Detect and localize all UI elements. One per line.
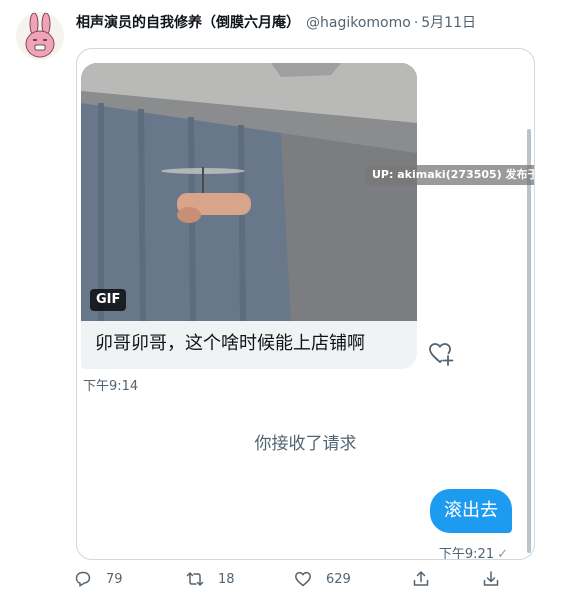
separator-dot: · (413, 15, 419, 31)
request-accepted-notice: 你接收了请求 (254, 434, 357, 454)
incoming-message-bubble: GIF 卯哥卯哥，这个啥时候能上店铺啊 (81, 63, 417, 369)
outgoing-time-text: 下午9:21 (438, 547, 495, 560)
tweet-date[interactable]: 5月11日 (421, 15, 476, 31)
outgoing-message-time: 下午9:21 ✓ (438, 543, 508, 560)
retweet-icon (186, 572, 204, 586)
download-button[interactable] (482, 570, 514, 588)
like-icon (295, 571, 311, 587)
reply-icon (75, 571, 91, 587)
share-button[interactable] (412, 570, 444, 588)
like-count: 629 (326, 571, 351, 587)
avatar[interactable] (16, 12, 64, 60)
incoming-message-time: 下午9:14 (83, 379, 139, 394)
dm-screenshot-image[interactable]: GIF 卯哥卯哥，这个啥时候能上店铺啊 UP: akimaki(273505) … (76, 48, 535, 560)
bunny-avatar-icon (16, 12, 64, 60)
incoming-message-text: 卯哥卯哥，这个啥时候能上店铺啊 (95, 333, 365, 354)
outgoing-message-text: 滚出去 (444, 500, 498, 521)
reply-button[interactable]: 79 (74, 570, 123, 588)
retweet-count: 18 (218, 571, 235, 587)
author-name[interactable]: 相声演员的自我修养（倒膜六月庵） (76, 15, 300, 31)
like-button[interactable]: 629 (294, 570, 351, 588)
outgoing-message-bubble: 滚出去 (430, 489, 512, 533)
gif-badge: GIF (90, 289, 127, 311)
watermark-text: UP: akimaki(273505) 发布于 mengzhan.cc (365, 165, 534, 185)
react-heart-icon[interactable] (427, 340, 455, 368)
author-handle[interactable]: @hagikomomo (306, 15, 411, 31)
tweet-header: 相声演员的自我修养（倒膜六月庵） @hagikomomo · 5月11日 (76, 13, 476, 33)
read-check-icon: ✓ (497, 547, 508, 560)
scrollbar[interactable] (527, 129, 531, 553)
reply-count: 79 (106, 571, 123, 587)
gif-image (81, 63, 417, 321)
tweet-actions-bar: 79 18 629 (74, 570, 514, 594)
retweet-button[interactable]: 18 (186, 570, 235, 588)
download-icon (483, 571, 499, 586)
share-icon (413, 571, 429, 586)
